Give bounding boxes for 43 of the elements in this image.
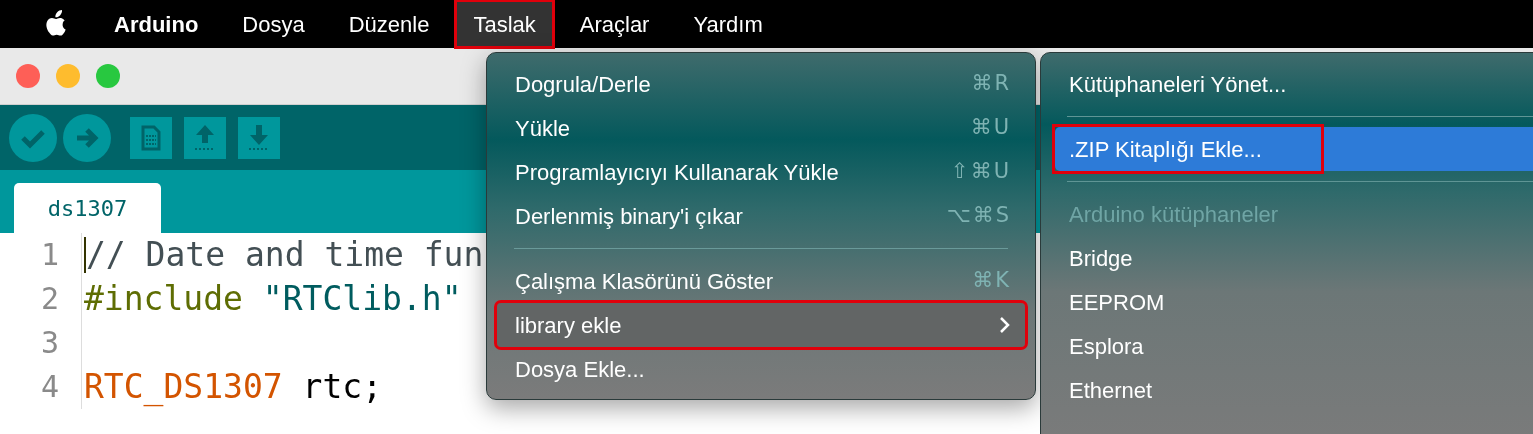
line-number: 4	[40, 368, 59, 406]
menu-item[interactable]: .ZIP Kitaplığı Ekle...	[1055, 127, 1533, 171]
menu-title[interactable]: Araçlar	[563, 2, 666, 46]
menu-title[interactable]: Yardım	[677, 2, 779, 46]
shortcut-text: ⇧⌘U	[951, 158, 1011, 186]
menu-item[interactable]: Dosya Ekle...	[497, 347, 1025, 391]
open-button[interactable]	[184, 116, 226, 159]
new-button[interactable]	[130, 116, 172, 159]
menu-item[interactable]: Esplora	[1055, 324, 1533, 368]
shortcut-text: ⌘K	[972, 267, 1011, 295]
menu-section-header: Arduino kütüphaneler	[1068, 200, 1280, 229]
verify-button[interactable]	[9, 113, 57, 162]
menu-item[interactable]: Dogrula/Derle ⌘R	[497, 62, 1025, 106]
code-text: "RTClib.h"	[261, 278, 462, 321]
menu-item[interactable]: Bridge	[1055, 236, 1533, 280]
menu-item[interactable]: Ethernet	[1055, 368, 1533, 412]
upload-button[interactable]	[63, 113, 111, 162]
menu-title[interactable]: Taslak	[457, 2, 552, 46]
app-menu[interactable]: Arduino	[98, 2, 215, 46]
shortcut-text: ⌥⌘S	[946, 202, 1011, 230]
menu-item[interactable]: Kütüphaneleri Yönet...	[1055, 62, 1533, 106]
menu-item[interactable]: Derlenmiş binary'i çıkar ⌥⌘S	[497, 194, 1025, 238]
line-number: 2	[40, 280, 59, 318]
code-text: #include	[84, 278, 243, 321]
line-number: 3	[40, 324, 59, 362]
menu-title[interactable]: Dosya	[226, 2, 321, 46]
menu-item[interactable]: Yükle ⌘U	[497, 106, 1025, 150]
shortcut-text: ⌘U	[970, 114, 1011, 142]
line-number: 1	[40, 236, 59, 274]
menu-title[interactable]: Düzenle	[332, 2, 446, 46]
menu-item[interactable]: library ekle	[497, 303, 1025, 347]
menu-item[interactable]: EEPROM	[1055, 280, 1533, 324]
save-button[interactable]	[238, 116, 280, 159]
zoom-button[interactable]	[96, 64, 120, 88]
file-tab[interactable]: ds1307	[14, 183, 161, 233]
code-text: rtc;	[301, 366, 383, 409]
code-text: RTC_DS1307	[84, 366, 283, 409]
shortcut-text: ⌘R	[971, 70, 1011, 98]
menu-item[interactable]: Programlayıcıyı Kullanarak Yükle ⇧⌘U	[497, 150, 1025, 194]
code-text: // Date and time fun	[86, 234, 484, 277]
close-button[interactable]	[16, 64, 40, 88]
menu-item[interactable]: Çalışma Klasörünü Göster ⌘K	[497, 259, 1025, 303]
minimize-button[interactable]	[56, 64, 80, 88]
